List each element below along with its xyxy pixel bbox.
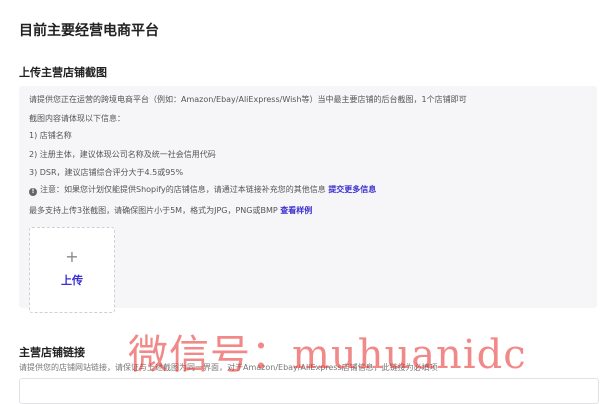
instruction-line-2: 截图内容请体现以下信息： [29,114,125,123]
page: 目前主要经营电商平台 上传主营店铺截图 请提供您正在运营的跨境电商平台（例如：A… [0,0,606,404]
screenshot-section-title: 上传主营店铺截图 [19,66,107,79]
instruction-item-1: 1) 店铺名称 [29,131,72,140]
instruction-item-3: 3) DSR，建议店铺综合评分大于4.5或95% [29,168,184,177]
store-link-hint: 请提供您的店铺网站链接，请保证与上述截图为同一界面，对于Amazon/Ebay/… [19,363,438,372]
store-link-section-title: 主营店铺链接 [19,346,85,359]
shopify-note-text: 注意：如果您计划仅能提供Shopify的店铺信息，请通过本链接补充您的其他信息 [40,185,326,194]
instruction-item-2: 2) 注册主体，建议体现公司名称及统一社会信用代码 [29,150,216,159]
info-circle-icon: ! [29,188,37,196]
upload-limit-note: 最多支持上传3张截图，请确保图片小于5M，格式为JPG，PNG或BMP 查看样例 [29,205,312,217]
store-link-input[interactable] [19,378,599,404]
upload-limit-text: 最多支持上传3张截图，请确保图片小于5M，格式为JPG，PNG或BMP [29,206,278,215]
submit-more-info-link[interactable]: 提交更多信息 [328,185,376,194]
view-sample-link[interactable]: 查看样例 [280,206,312,215]
upload-label: 上传 [61,274,83,287]
upload-button[interactable]: + 上传 [29,227,115,313]
page-title: 目前主要经营电商平台 [19,23,159,39]
plus-icon: + [65,247,79,266]
screenshot-panel: 请提供您正在运营的跨境电商平台（例如：Amazon/Ebay/AliExpres… [19,86,597,313]
instruction-line-1: 请提供您正在运营的跨境电商平台（例如：Amazon/Ebay/AliExpres… [29,95,467,104]
shopify-note: ! 注意：如果您计划仅能提供Shopify的店铺信息，请通过本链接补充您的其他信息… [29,184,376,196]
